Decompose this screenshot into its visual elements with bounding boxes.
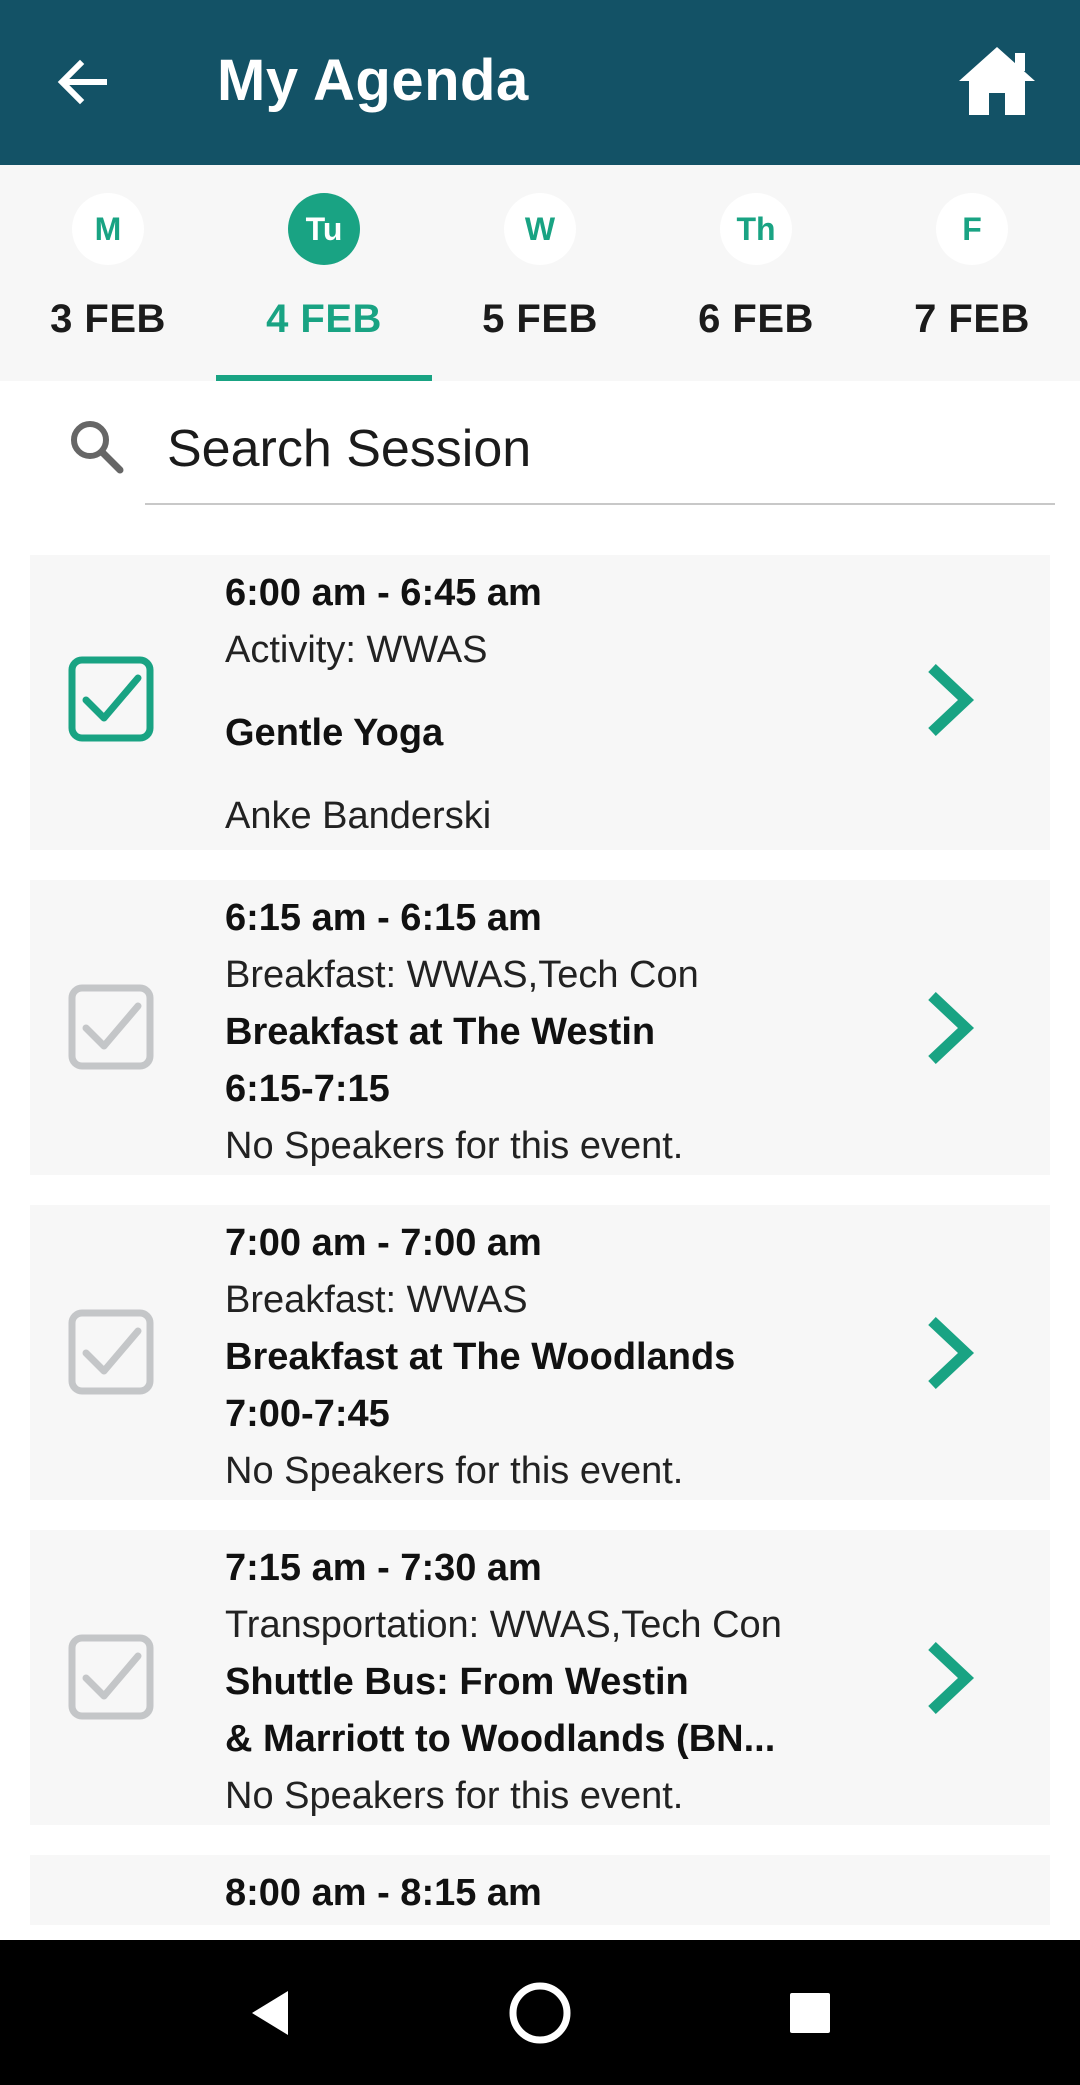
session-title: Shuttle Bus: From Westin & Marriott to W… xyxy=(225,1654,865,1768)
day-abbr: Tu xyxy=(288,193,360,265)
session-details: 7:00 am - 7:00 am Breakfast: WWAS Breakf… xyxy=(225,1215,865,1500)
day-date: 5 FEB xyxy=(482,297,598,341)
session-title-line: Breakfast at The Westin xyxy=(225,1011,656,1053)
session-time: 8:00 am - 8:15 am xyxy=(225,1872,542,1914)
nav-recents-square-icon xyxy=(790,1992,830,2033)
search-icon xyxy=(60,410,132,482)
nav-back-button[interactable] xyxy=(210,1940,330,2085)
search-input[interactable] xyxy=(145,395,1055,505)
agenda-screen: My Agenda M 3 FEB Tu 4 FEB W 5 FEB Th 6 … xyxy=(0,0,1080,2085)
session-time: 6:15 am - 6:15 am xyxy=(225,897,542,939)
tab-day-friday[interactable]: F 7 FEB xyxy=(864,165,1080,381)
day-abbr: M xyxy=(72,193,144,265)
nav-back-triangle-icon xyxy=(252,1990,288,2035)
session-title-line: 6:15-7:15 xyxy=(225,1068,390,1110)
back-button[interactable] xyxy=(40,40,124,124)
session-details: 8:00 am - 8:15 am xyxy=(225,1865,865,1922)
day-abbr: W xyxy=(504,193,576,265)
home-button[interactable] xyxy=(950,36,1044,126)
session-type: Activity: WWAS xyxy=(225,629,488,671)
nav-home-button[interactable] xyxy=(480,1940,600,2085)
day-tabs: M 3 FEB Tu 4 FEB W 5 FEB Th 6 FEB F 7 FE… xyxy=(0,165,1080,381)
session-time: 7:15 am - 7:30 am xyxy=(225,1547,542,1589)
session-title-line: Gentle Yoga xyxy=(225,712,444,754)
tab-day-monday[interactable]: M 3 FEB xyxy=(0,165,216,381)
session-title: Breakfast at The Woodlands 7:00-7:45 xyxy=(225,1329,865,1443)
session-card[interactable]: 6:00 am - 6:45 am Activity: WWAS Gentle … xyxy=(30,555,1050,850)
session-type: Transportation: WWAS,Tech Con xyxy=(225,1604,782,1646)
app-header: My Agenda xyxy=(0,0,1080,165)
day-abbr: Th xyxy=(720,193,792,265)
nav-home-circle-icon xyxy=(509,1982,571,2043)
arrow-left-icon xyxy=(57,59,107,105)
session-speaker: No Speakers for this event. xyxy=(225,1125,684,1167)
session-card[interactable]: 7:15 am - 7:30 am Transportation: WWAS,T… xyxy=(30,1530,1050,1825)
tab-indicator xyxy=(216,375,432,381)
unchecked-checkbox-icon[interactable] xyxy=(68,1309,154,1395)
session-title-line: & Marriott to Woodlands (BN... xyxy=(225,1718,776,1760)
session-time: 7:00 am - 7:00 am xyxy=(225,1222,542,1264)
session-details: 6:00 am - 6:45 am Activity: WWAS Gentle … xyxy=(225,565,865,845)
page-title: My Agenda xyxy=(217,48,529,113)
chevron-right-icon[interactable] xyxy=(920,1313,980,1393)
session-speaker: No Speakers for this event. xyxy=(225,1450,684,1492)
day-date: 7 FEB xyxy=(914,297,1030,341)
session-title-line: 7:00-7:45 xyxy=(225,1393,390,1435)
system-navigation-bar xyxy=(0,1940,1080,2085)
unchecked-checkbox-icon[interactable] xyxy=(68,1634,154,1720)
home-icon xyxy=(959,47,1035,115)
unchecked-checkbox-icon[interactable] xyxy=(68,984,154,1070)
session-speaker: No Speakers for this event. xyxy=(225,1775,684,1817)
session-title-line: Breakfast at The Woodlands xyxy=(225,1336,736,1378)
session-type: Breakfast: WWAS xyxy=(225,1279,528,1321)
chevron-right-icon[interactable] xyxy=(920,1638,980,1718)
day-date: 3 FEB xyxy=(50,297,166,341)
nav-recents-button[interactable] xyxy=(750,1940,870,2085)
day-date: 4 FEB xyxy=(266,297,382,341)
tab-day-wednesday[interactable]: W 5 FEB xyxy=(432,165,648,381)
session-details: 7:15 am - 7:30 am Transportation: WWAS,T… xyxy=(225,1540,865,1825)
checked-checkbox-icon[interactable] xyxy=(68,656,154,742)
session-time: 6:00 am - 6:45 am xyxy=(225,572,542,614)
session-title: Breakfast at The Westin 6:15-7:15 xyxy=(225,1004,865,1118)
session-title-line: Shuttle Bus: From Westin xyxy=(225,1661,689,1703)
tab-day-thursday[interactable]: Th 6 FEB xyxy=(648,165,864,381)
session-type: Breakfast: WWAS,Tech Con xyxy=(225,954,699,996)
session-details: 6:15 am - 6:15 am Breakfast: WWAS,Tech C… xyxy=(225,890,865,1175)
chevron-right-icon[interactable] xyxy=(920,988,980,1068)
day-date: 6 FEB xyxy=(698,297,814,341)
chevron-right-icon[interactable] xyxy=(920,660,980,740)
day-abbr: F xyxy=(936,193,1008,265)
session-card[interactable]: 7:00 am - 7:00 am Breakfast: WWAS Breakf… xyxy=(30,1205,1050,1500)
session-title: Gentle Yoga xyxy=(225,705,865,762)
session-card[interactable]: 6:15 am - 6:15 am Breakfast: WWAS,Tech C… xyxy=(30,880,1050,1175)
session-card[interactable]: 8:00 am - 8:15 am xyxy=(30,1855,1050,1925)
tab-day-tuesday[interactable]: Tu 4 FEB xyxy=(216,165,432,381)
session-speaker: Anke Banderski xyxy=(225,795,492,837)
